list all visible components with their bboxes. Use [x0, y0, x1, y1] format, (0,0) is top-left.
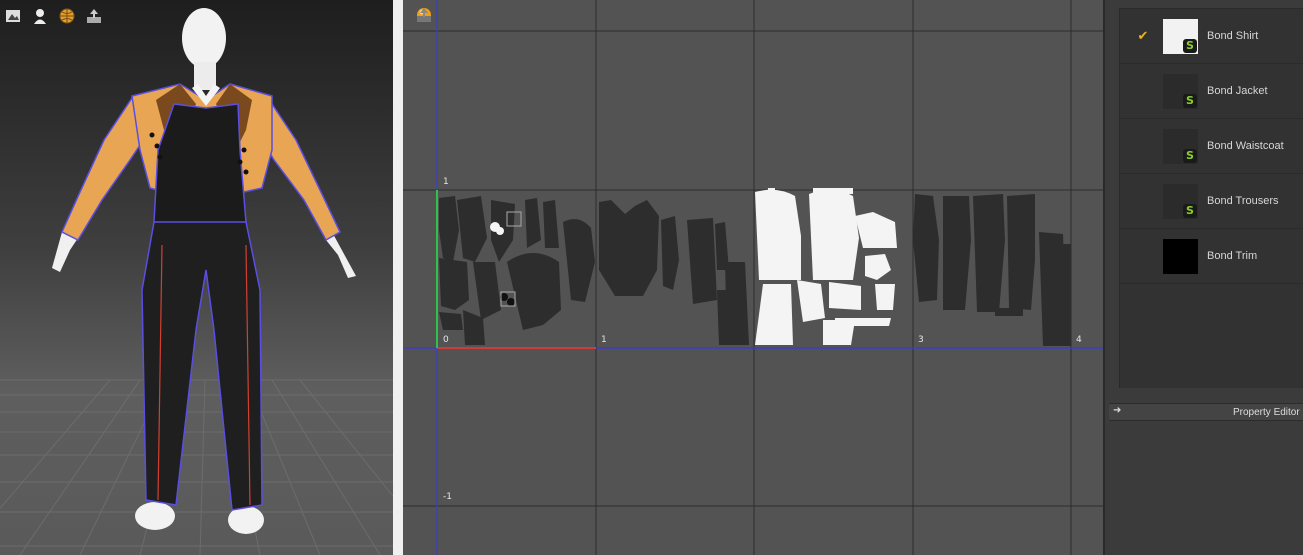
material-item-bond-jacket[interactable]: S Bond Jacket	[1120, 64, 1303, 119]
material-item-bond-waistcoat[interactable]: S Bond Waistcoat	[1120, 119, 1303, 174]
material-item-bond-shirt[interactable]: ✔ S Bond Shirt	[1120, 9, 1303, 64]
panel-divider[interactable]	[393, 0, 403, 555]
check-icon[interactable]: ✔	[1128, 28, 1158, 44]
arrow-right-icon[interactable]: ➜	[1113, 405, 1121, 416]
property-editor-header[interactable]: ➜ Property Editor	[1109, 403, 1303, 421]
uv-toolbar	[415, 6, 465, 26]
material-name: Bond Trousers	[1207, 195, 1279, 207]
uv-pieces-trousers	[913, 194, 1071, 346]
property-editor-title: Property Editor	[1233, 407, 1300, 418]
app-window: 1 -1 0 1 3 4 ✔ S Bond Shirt S Bond Jacke…	[0, 0, 1303, 555]
floor-grid	[0, 379, 393, 555]
material-thumbnail: S	[1163, 128, 1198, 164]
y-axis-label-top: 1	[443, 177, 449, 187]
y-axis-label-bottom: -1	[443, 492, 452, 502]
uv-pieces-shirt	[755, 188, 897, 345]
material-name: Bond Jacket	[1207, 85, 1268, 97]
avatar-scene	[0, 8, 393, 555]
material-thumbnail	[1163, 238, 1198, 274]
material-list: ✔ S Bond Shirt S Bond Jacket S Bond Wais…	[1119, 8, 1303, 388]
viewport-toolbar	[0, 6, 104, 26]
material-name: Bond Waistcoat	[1207, 140, 1284, 152]
export-icon[interactable]	[417, 6, 465, 26]
property-editor-body	[1109, 421, 1303, 555]
material-thumbnail: S	[1163, 183, 1198, 219]
material-thumbnail: S	[1163, 18, 1198, 54]
uv-canvas	[403, 0, 1103, 555]
substance-badge-icon: S	[1183, 203, 1197, 218]
viewport-3d[interactable]	[0, 0, 393, 555]
x-axis-label-0: 0	[443, 335, 449, 345]
x-axis-label-1: 1	[601, 335, 607, 345]
uv-pieces-jacket	[439, 196, 595, 345]
uv-pieces-waistcoat	[599, 200, 749, 345]
substance-badge-icon: S	[1183, 148, 1197, 163]
uv-editor[interactable]: 1 -1 0 1 3 4	[403, 0, 1103, 555]
image-icon[interactable]	[2, 6, 23, 26]
substance-badge-icon: S	[1183, 93, 1197, 108]
material-name: Bond Shirt	[1207, 30, 1259, 42]
x-axis-label-4: 4	[1076, 335, 1082, 345]
material-name: Bond Trim	[1207, 250, 1258, 262]
material-thumbnail: S	[1163, 73, 1198, 109]
export-icon[interactable]	[83, 6, 104, 26]
avatar-icon[interactable]	[29, 6, 50, 26]
material-item-bond-trim[interactable]: Bond Trim	[1120, 229, 1303, 284]
right-panel: ✔ S Bond Shirt S Bond Jacket S Bond Wais…	[1103, 0, 1303, 555]
globe-icon[interactable]	[56, 6, 77, 26]
substance-badge-icon: S	[1183, 38, 1197, 53]
x-axis-label-3: 3	[918, 335, 924, 345]
material-item-bond-trousers[interactable]: S Bond Trousers	[1120, 174, 1303, 229]
